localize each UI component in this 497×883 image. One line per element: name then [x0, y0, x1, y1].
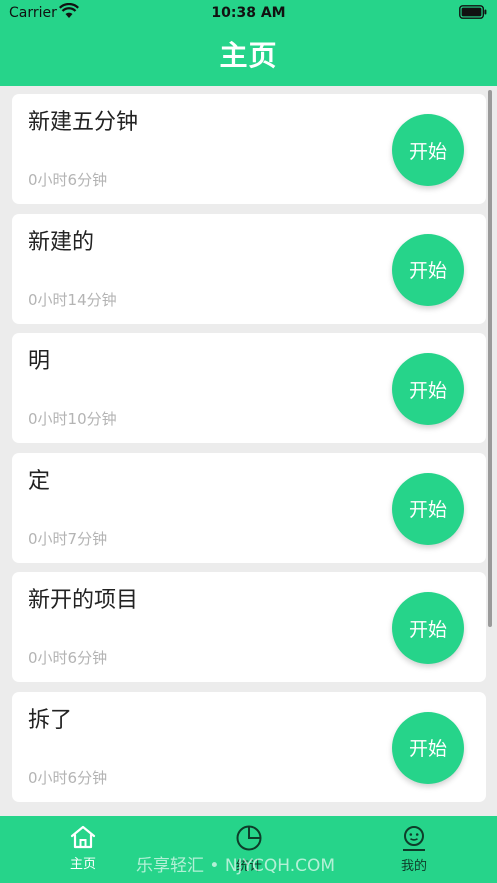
project-name: 新开的项目 [28, 588, 139, 614]
project-name: 新建的 [28, 229, 95, 255]
start-button[interactable]: 开始 [392, 233, 464, 306]
start-button[interactable]: 开始 [392, 114, 464, 186]
pie-chart-icon [236, 825, 262, 851]
top-bar: Carrier 10:38 AM 主页 [0, 0, 497, 86]
start-button[interactable]: 开始 [392, 592, 464, 665]
project-card: 新开的项目 0小时6分钟 开始 [12, 572, 486, 683]
project-name: 明 [28, 349, 51, 375]
status-bar: Carrier 10:38 AM [0, 0, 497, 26]
page-title: 主页 [219, 39, 278, 72]
tab-home[interactable]: 主页 [43, 824, 123, 872]
home-icon [70, 825, 96, 849]
project-card: 定 0小时7分钟 开始 [12, 452, 486, 563]
project-name: 拆了 [28, 707, 73, 733]
start-button[interactable]: 开始 [392, 472, 464, 545]
project-duration: 0小时6分钟 [28, 171, 108, 189]
project-list: 新建五分钟 0小时6分钟 开始 新建的 0小时14分钟 开始 明 0小时10分钟… [12, 94, 486, 812]
profile-icon [403, 826, 425, 851]
project-card: 新建五分钟 0小时6分钟 开始 [12, 94, 486, 204]
project-duration: 0小时10分钟 [28, 410, 117, 429]
project-duration: 0小时6分钟 [28, 649, 108, 668]
project-card: 拆了 0小时6分钟 开始 [12, 691, 486, 802]
project-duration: 0小时6分钟 [28, 768, 108, 787]
status-time: 10:38 AM [211, 5, 286, 21]
project-card: 明 0小时10分钟 开始 [12, 333, 486, 444]
watermark: 乐享轻汇 • NJYCQH.COM [136, 856, 336, 876]
tab-profile[interactable]: 我的 [374, 824, 454, 874]
project-duration: 0小时7分钟 [28, 529, 108, 548]
project-card: 新建的 0小时14分钟 开始 [12, 213, 486, 324]
project-name: 新建五分钟 [28, 110, 139, 135]
start-button[interactable]: 开始 [392, 711, 464, 784]
tab-label: 主页 [69, 857, 96, 872]
start-button[interactable]: 开始 [392, 353, 464, 426]
project-name: 定 [28, 468, 51, 494]
project-duration: 0小时14分钟 [28, 290, 117, 309]
battery-icon [459, 5, 487, 19]
scrollbar[interactable] [488, 90, 492, 627]
tab-label: 我的 [400, 859, 427, 874]
